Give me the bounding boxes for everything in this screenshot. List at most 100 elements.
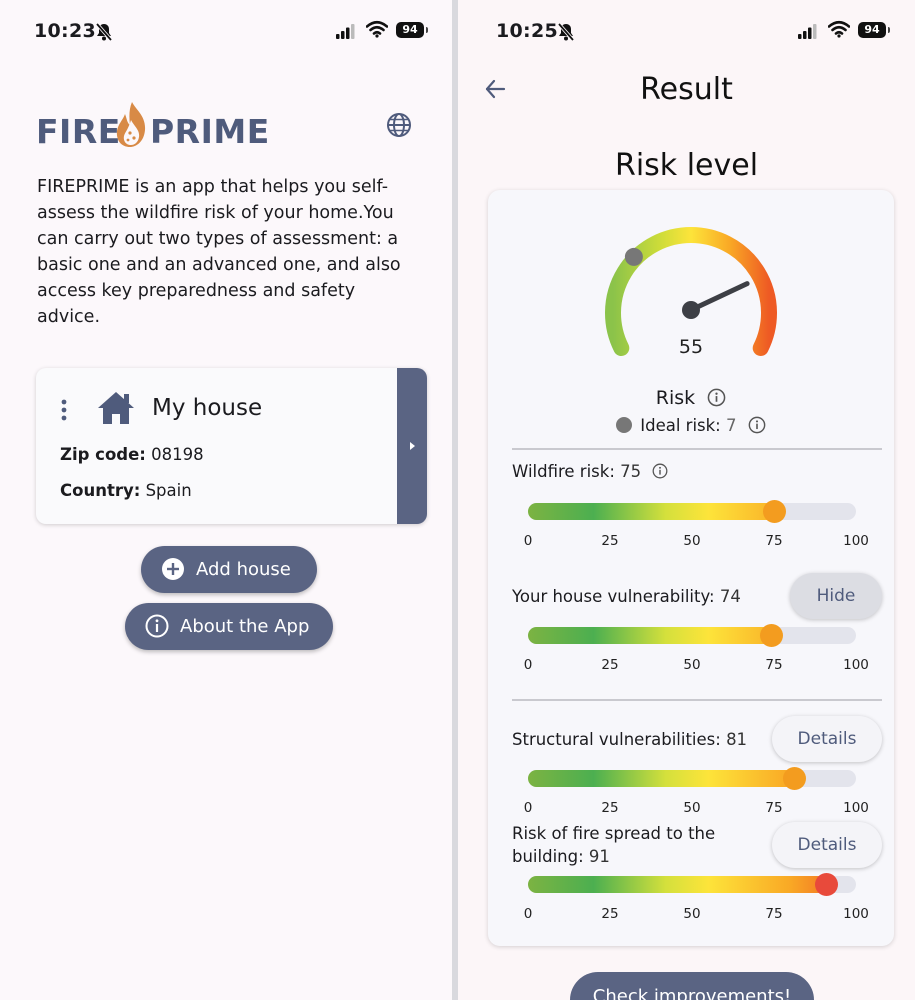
wildfire-risk-value: 75	[620, 462, 642, 481]
tick-label: 75	[765, 906, 783, 922]
logo-text-prime: PRIME	[150, 112, 270, 151]
country-value: Spain	[145, 481, 192, 500]
tick-label: 50	[683, 657, 701, 673]
info-icon	[145, 614, 169, 638]
wildfire-risk-label-text: Wildfire risk:	[512, 462, 615, 481]
ideal-risk-label: Ideal risk:	[640, 416, 721, 435]
tick-label: 100	[843, 533, 869, 549]
tick-label: 25	[601, 906, 619, 922]
divider	[512, 699, 882, 701]
plus-circle-icon	[162, 558, 184, 580]
fire-spread-risk-label: Risk of fire spread to the building: 91	[512, 822, 715, 868]
add-house-label: Add house	[196, 559, 291, 580]
house-vulnerability-label-text: Your house vulnerability:	[512, 587, 715, 606]
about-app-button[interactable]: About the App	[125, 603, 333, 650]
country-label: Country:	[60, 481, 141, 500]
fire-spread-risk-value: 91	[588, 847, 610, 866]
cellular-signal-icon	[336, 24, 355, 39]
check-improvements-button[interactable]: Check improvements!	[570, 972, 814, 1000]
fire-spread-risk-bar-fill	[528, 876, 827, 893]
zip-code-value: 08198	[151, 445, 204, 464]
right-screen: 10:25 94 Result Risk level 55 Risk Ideal…	[458, 0, 915, 1000]
ideal-risk-info-icon[interactable]	[748, 416, 766, 434]
tick-label: 50	[683, 906, 701, 922]
status-bar: 10:25 94	[458, 0, 915, 62]
ideal-risk-marker-icon	[616, 417, 633, 433]
open-house-button[interactable]	[397, 368, 427, 524]
structural-vulnerabilities-value: 81	[726, 730, 748, 749]
status-time: 10:25	[496, 20, 558, 42]
risk-label: Risk	[488, 387, 894, 409]
structural-vulnerabilities-bar	[528, 767, 856, 790]
house-vulnerability-bar	[528, 624, 856, 647]
tick-label: 25	[601, 657, 619, 673]
house-card[interactable]: My house Zip code: 08198 Country: Spain	[36, 368, 427, 524]
risk-result-card: 55 Risk Ideal risk: 7 Wildfire risk: 75	[488, 190, 894, 946]
tick-label: 0	[523, 657, 533, 673]
about-app-label: About the App	[180, 616, 310, 637]
zip-code-row: Zip code: 08198	[60, 445, 204, 464]
tick-label: 0	[523, 533, 533, 549]
fire-spread-risk-label-line1: Risk of fire spread to the	[512, 824, 716, 843]
divider	[512, 448, 882, 450]
status-time: 10:23	[34, 20, 96, 42]
wildfire-risk-ticks: 0 25 50 75 100	[524, 533, 869, 551]
house-name: My house	[152, 395, 263, 421]
house-vulnerability-bar-fill	[528, 627, 771, 644]
hide-button[interactable]: Hide	[790, 573, 882, 619]
tick-label: 75	[765, 800, 783, 816]
tick-label: 50	[683, 533, 701, 549]
section-title: Risk level	[614, 148, 759, 183]
fire-spread-risk-bar-knob	[815, 873, 839, 896]
house-vulnerability-value: 74	[719, 587, 741, 606]
wildfire-risk-bar	[528, 500, 856, 523]
structural-vulnerabilities-label: Structural vulnerabilities: 81	[512, 728, 747, 751]
structural-vulnerabilities-bar-fill	[528, 770, 794, 787]
tick-label: 75	[765, 657, 783, 673]
tick-label: 100	[843, 800, 869, 816]
house-vulnerability-ticks: 0 25 50 75 100	[524, 657, 869, 675]
house-vulnerability-bar-knob	[759, 624, 783, 647]
add-house-button[interactable]: Add house	[141, 546, 317, 593]
house-vulnerability-label: Your house vulnerability: 74	[512, 585, 741, 608]
wifi-icon	[366, 20, 388, 38]
wildfire-risk-label: Wildfire risk: 75	[512, 460, 668, 483]
structural-vulnerabilities-bar-knob	[782, 767, 806, 790]
language-globe-icon[interactable]	[386, 112, 412, 138]
wifi-icon	[828, 20, 850, 38]
zip-code-label: Zip code:	[60, 445, 146, 464]
gauge-ideal-marker	[624, 247, 643, 266]
left-screen: 10:23 94 FIRE PRIME FIREPRIME is an app …	[0, 0, 452, 1000]
fire-spread-risk-label-line2: building:	[512, 847, 584, 866]
tick-label: 100	[843, 906, 869, 922]
chevron-right-icon	[410, 442, 415, 450]
tick-label: 50	[683, 800, 701, 816]
house-icon	[98, 392, 134, 424]
more-options-icon[interactable]	[56, 398, 72, 422]
gauge-needle-hub	[682, 301, 700, 319]
app-description: FIREPRIME is an app that helps you self-…	[37, 177, 401, 327]
bell-muted-icon	[557, 22, 575, 42]
page-title: Result	[640, 72, 733, 107]
status-bar: 10:23 94	[0, 0, 452, 62]
fire-spread-risk-bar	[528, 873, 856, 896]
fire-spread-risk-ticks: 0 25 50 75 100	[524, 906, 869, 924]
tick-label: 75	[765, 533, 783, 549]
battery-indicator: 94	[396, 22, 428, 38]
country-row: Country: Spain	[60, 481, 192, 500]
bell-muted-icon	[95, 22, 113, 42]
structural-vulnerabilities-ticks: 0 25 50 75 100	[524, 800, 869, 818]
structural-details-button[interactable]: Details	[772, 716, 882, 762]
fire-spread-details-button[interactable]: Details	[772, 822, 882, 868]
ideal-risk-row: Ideal risk: 7	[488, 416, 894, 435]
risk-label-text: Risk	[655, 387, 696, 409]
battery-indicator: 94	[858, 22, 890, 38]
wildfire-risk-info-icon[interactable]	[652, 463, 668, 479]
tick-label: 25	[601, 800, 619, 816]
risk-info-icon[interactable]	[707, 388, 726, 407]
tick-label: 100	[843, 657, 869, 673]
structural-vulnerabilities-label-text: Structural vulnerabilities:	[512, 730, 721, 749]
gauge-needle	[688, 281, 750, 313]
wildfire-risk-bar-fill	[528, 503, 774, 520]
wildfire-risk-bar-knob	[763, 500, 786, 523]
